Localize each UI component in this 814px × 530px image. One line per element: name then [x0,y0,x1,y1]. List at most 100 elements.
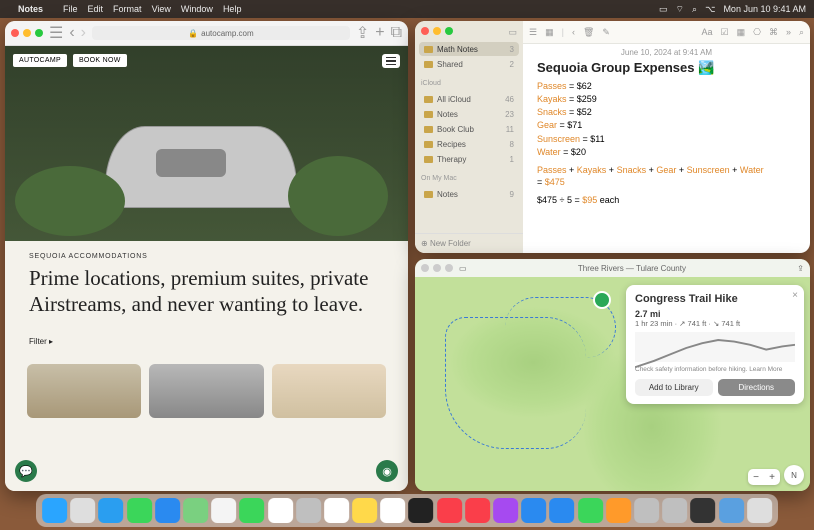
table-icon[interactable]: ▦ [737,27,746,38]
new-folder-button[interactable]: ⊕ New Folder [415,233,523,253]
menu-view[interactable]: View [152,4,171,14]
dock-freeform[interactable] [380,498,405,523]
site-logo[interactable]: AUTOCAMP [13,54,67,67]
dock-settings[interactable] [662,498,687,523]
search-icon[interactable]: ⌕ [692,4,697,15]
dock-trash[interactable] [747,498,772,523]
window-zoom[interactable] [445,27,453,35]
dock [36,494,778,527]
wifi-icon[interactable]: ⌔ [676,4,684,15]
window-zoom[interactable] [445,264,453,272]
map-canvas[interactable]: × Congress Trail Hike 2.7 mi 1 hr 23 min… [415,277,810,491]
dock-calendar[interactable] [268,498,293,523]
window-zoom[interactable] [35,29,43,37]
menu-format[interactable]: Format [113,4,142,14]
sidebar-toggle-icon[interactable]: ▭ [459,264,467,273]
dock-calculator[interactable] [690,498,715,523]
checklist-icon[interactable]: ☑ [720,27,728,38]
dock-notes[interactable] [352,498,377,523]
dock-contacts[interactable] [296,498,321,523]
control-center-icon[interactable]: ⌥ [705,4,715,15]
dock-podcasts[interactable] [493,498,518,523]
folder-icon [424,111,433,118]
item-count: 23 [505,110,514,119]
compass-button[interactable]: N [784,465,804,485]
dock-downloads[interactable] [719,498,744,523]
delete-icon[interactable]: 🗑 [583,27,594,38]
dock-numbers[interactable] [578,498,603,523]
search-icon[interactable]: ⌕ [799,27,804,38]
menu-file[interactable]: File [63,4,78,14]
format-icon[interactable]: Aa [701,27,712,37]
sidebar-toggle-icon[interactable]: ▭ [508,27,517,38]
dock-facetime[interactable] [239,498,264,523]
menu-edit[interactable]: Edit [88,4,104,14]
accommodation-thumb[interactable] [27,364,141,418]
back-button[interactable]: ‹ [69,24,74,42]
view-grid-icon[interactable]: ▦ [545,27,554,38]
tabs-icon[interactable]: ⧉ [391,24,402,42]
back-icon[interactable]: ‹ [572,27,575,37]
chat-fab[interactable]: 💬 [15,460,37,482]
new-tab-icon[interactable]: + [375,24,384,42]
zoom-out-button[interactable]: − [748,469,764,485]
dock-finder[interactable] [42,498,67,523]
battery-icon[interactable]: ▭ [659,4,668,15]
dock-messages[interactable] [127,498,152,523]
dock-safari[interactable] [99,498,124,523]
window-close[interactable] [421,27,429,35]
dock-pages[interactable] [606,498,631,523]
filter-link[interactable]: Filter ▸ [29,337,384,346]
directions-button[interactable]: Directions [718,379,796,396]
dock-mail[interactable] [155,498,180,523]
sidebar-item-notes[interactable]: Notes9 [419,187,519,201]
menu-help[interactable]: Help [223,4,242,14]
dock-appstore[interactable] [521,498,546,523]
window-minimize[interactable] [433,264,441,272]
window-minimize[interactable] [23,29,31,37]
app-menu[interactable]: Notes [18,4,43,14]
dock-launchpad[interactable] [70,498,95,523]
site-menu-button[interactable] [382,54,400,68]
more-icon[interactable]: » [786,27,791,37]
forward-button[interactable]: › [81,24,86,42]
sidebar-item-notes[interactable]: Notes23 [419,107,519,121]
notes-window: ▭ Math Notes3Shared2 iCloud All iCloud46… [415,21,810,253]
compose-icon[interactable]: ✎ [602,27,610,38]
link-icon[interactable]: ⌘ [769,27,778,38]
sidebar-item-book-club[interactable]: Book Club11 [419,122,519,136]
book-now-button[interactable]: BOOK NOW [73,54,127,67]
dock-tv[interactable] [409,498,434,523]
view-list-icon[interactable]: ☰ [529,27,537,38]
share-icon[interactable]: ⇪ [356,23,369,43]
accommodation-thumb[interactable] [149,364,263,418]
add-to-library-button[interactable]: Add to Library [635,379,713,396]
accessibility-fab[interactable]: ◉ [376,460,398,482]
accommodation-thumb[interactable] [272,364,386,418]
close-icon[interactable]: × [792,290,798,301]
dock-reminders[interactable] [324,498,349,523]
sidebar-item-all-icloud[interactable]: All iCloud46 [419,92,519,106]
address-bar[interactable]: 🔒 autocamp.com [92,26,350,40]
dock-news[interactable] [465,498,490,523]
menu-clock[interactable]: Mon Jun 10 9:41 AM [723,4,806,14]
dock-photos[interactable] [211,498,236,523]
sidebar-item-recipes[interactable]: Recipes8 [419,137,519,151]
dock-passwords[interactable] [634,498,659,523]
window-close[interactable] [421,264,429,272]
dock-keynote[interactable] [550,498,575,523]
note-editor[interactable]: June 10, 2024 at 9:41 AM Sequoia Group E… [523,44,810,211]
media-icon[interactable]: ⎔ [753,27,761,38]
sidebar-toggle-icon[interactable]: ☰ [49,23,63,43]
dock-music[interactable] [437,498,462,523]
zoom-in-button[interactable]: + [764,469,780,485]
menu-window[interactable]: Window [181,4,213,14]
sidebar-item-shared[interactable]: Shared2 [419,57,519,71]
window-minimize[interactable] [433,27,441,35]
sidebar-item-therapy[interactable]: Therapy1 [419,152,519,166]
trailhead-pin[interactable] [593,291,611,309]
sidebar-item-math-notes[interactable]: Math Notes3 [419,42,519,56]
window-close[interactable] [11,29,19,37]
dock-maps[interactable] [183,498,208,523]
share-icon[interactable]: ⇪ [797,264,804,273]
